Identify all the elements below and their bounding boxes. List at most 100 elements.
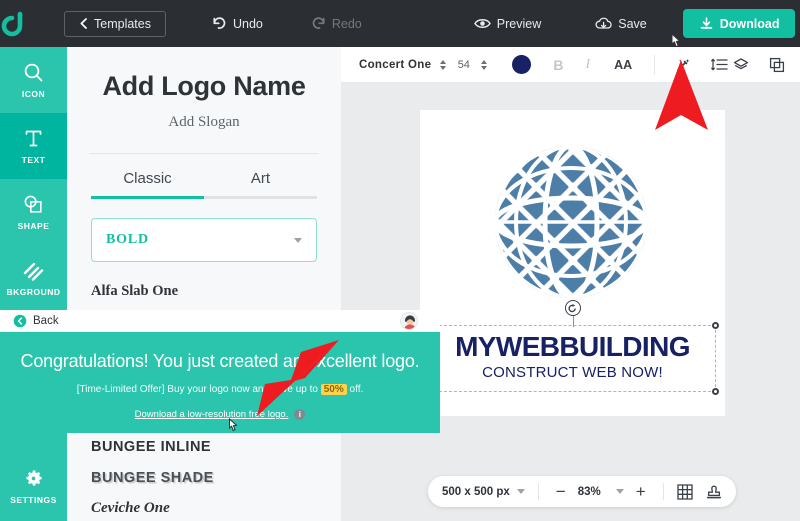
- tab-active-indicator: [91, 196, 204, 199]
- canvas-area[interactable]: MYWEBBUILDING CONSTRUCT WEB NOW!: [341, 83, 800, 521]
- tab-art[interactable]: Art: [204, 170, 317, 196]
- stepper-down-icon: [481, 65, 488, 70]
- artboard[interactable]: MYWEBBUILDING CONSTRUCT WEB NOW!: [420, 110, 725, 416]
- panel-slogan[interactable]: Add Slogan: [67, 114, 341, 131]
- tabs-underline: [91, 196, 317, 199]
- stamp-icon[interactable]: [706, 484, 722, 500]
- save-button[interactable]: Save: [585, 12, 657, 36]
- stepper-down-icon: [440, 65, 447, 70]
- italic-button[interactable]: I: [585, 57, 590, 73]
- info-icon[interactable]: i: [294, 409, 306, 420]
- overlay-back-bar: Back: [0, 310, 440, 332]
- font-weight-value: BOLD: [106, 232, 149, 247]
- promo-subline-after: off.: [346, 384, 364, 395]
- download-button[interactable]: Download: [682, 9, 796, 38]
- preview-label: Preview: [496, 16, 542, 31]
- font-size-value[interactable]: 54: [455, 59, 472, 71]
- letter-case-button[interactable]: AA: [614, 58, 632, 72]
- magnifier-icon: [23, 62, 44, 83]
- chevron-down-icon: [516, 489, 525, 494]
- text-selection-box[interactable]: MYWEBBUILDING CONSTRUCT WEB NOW!: [426, 300, 719, 395]
- download-label: Download: [719, 16, 780, 31]
- font-list-item[interactable]: BUNGEE INLINE: [67, 431, 341, 462]
- save-label: Save: [618, 16, 647, 31]
- hatch-icon: [23, 260, 44, 281]
- zoom-out-button[interactable]: −: [552, 483, 570, 500]
- font-list-item[interactable]: BUNGEE SHADE: [67, 462, 341, 493]
- user-avatar-icon[interactable]: [400, 312, 418, 330]
- canvas-toolbar: Concert One 54 B I AA: [341, 47, 800, 83]
- tool-rail: ICON TEXT SHAPE BKGROUND SETTINGS: [0, 47, 67, 521]
- rail-label-settings: SETTINGS: [10, 494, 57, 505]
- rail-item-settings[interactable]: SETTINGS: [0, 451, 67, 521]
- line-spacing-icon[interactable]: [711, 57, 728, 72]
- rail-label-bkground: BKGROUND: [6, 286, 61, 297]
- panel-tabs: Classic Art: [91, 170, 317, 196]
- preview-button[interactable]: Preview: [464, 12, 551, 36]
- templates-button[interactable]: Templates: [64, 10, 166, 37]
- redo-label: Redo: [331, 16, 362, 31]
- bold-button[interactable]: B: [553, 57, 563, 73]
- font-family-value[interactable]: Concert One: [359, 59, 431, 71]
- rotate-handle-icon[interactable]: [564, 300, 581, 316]
- grid-icon[interactable]: [677, 483, 693, 500]
- promo-discount-badge: 50%: [320, 384, 347, 395]
- status-separator-2: [662, 483, 664, 500]
- logo-slogan-text[interactable]: CONSTRUCT WEB NOW!: [430, 364, 715, 381]
- undo-button[interactable]: Undo: [202, 12, 273, 36]
- tab-classic[interactable]: Classic: [91, 170, 204, 196]
- undo-label: Undo: [232, 16, 263, 31]
- chevron-down-icon: [294, 237, 302, 243]
- text-panel: Add Logo Name Add Slogan Classic Art BOL…: [67, 47, 341, 521]
- promo-overlay: Congratulations! You just created an exc…: [0, 332, 440, 433]
- resize-handle-bottom-right[interactable]: [712, 388, 719, 395]
- promo-link-row: Download a low-resolution free logo. i: [0, 409, 440, 420]
- templates-label: Templates: [94, 16, 151, 31]
- stepper-up-icon: [440, 59, 447, 64]
- shapes-icon: [23, 194, 44, 215]
- panel-logo-name[interactable]: Add Logo Name: [67, 71, 341, 102]
- free-download-link[interactable]: Download a low-resolution free logo.: [135, 409, 289, 420]
- rail-item-icon[interactable]: ICON: [0, 47, 67, 113]
- logo-name-text[interactable]: MYWEBBUILDING: [430, 331, 715, 363]
- promo-subline: [Time-Limited Offer] Buy your logo now a…: [0, 384, 440, 395]
- cloud-save-icon: [595, 17, 612, 31]
- brand-logo-icon: [0, 11, 26, 37]
- status-separator-1: [537, 483, 539, 500]
- rail-item-shape[interactable]: SHAPE: [0, 179, 67, 245]
- download-icon: [699, 16, 714, 31]
- top-toolbar: Templates Undo Redo Preview Save Downloa…: [0, 0, 800, 47]
- stepper-up-icon: [481, 59, 488, 64]
- brand-logo[interactable]: [0, 0, 26, 47]
- redo-icon: [311, 17, 326, 30]
- text-color-swatch[interactable]: [512, 55, 532, 74]
- gear-icon: [23, 468, 44, 489]
- globe-logo-mark[interactable]: [481, 132, 661, 312]
- magic-wand-icon[interactable]: [675, 57, 691, 73]
- font-family-stepper[interactable]: [440, 59, 447, 70]
- zoom-in-button[interactable]: +: [632, 483, 650, 500]
- font-weight-select[interactable]: BOLD: [91, 218, 317, 262]
- eye-icon: [473, 17, 491, 30]
- chevron-left-icon: [79, 18, 88, 29]
- promo-headline: Congratulations! You just created an exc…: [20, 351, 420, 371]
- resize-handle-top-right[interactable]: [712, 322, 719, 329]
- font-list-item[interactable]: Alfa Slab One: [67, 276, 341, 307]
- duplicate-icon[interactable]: [769, 57, 785, 73]
- rail-label-shape: SHAPE: [17, 220, 50, 231]
- canvas-status-bar: 500 x 500 px − 83% +: [428, 476, 736, 507]
- rail-label-icon: ICON: [21, 88, 46, 99]
- undo-icon: [212, 17, 227, 30]
- canvas-size-select[interactable]: 500 x 500 px: [442, 486, 525, 498]
- rail-item-text[interactable]: TEXT: [0, 113, 67, 179]
- logo-maker-app: Templates Undo Redo Preview Save Downloa…: [0, 0, 800, 521]
- back-circle-icon: [13, 314, 27, 328]
- toolbar-separator: [654, 54, 656, 75]
- rail-item-bkground[interactable]: BKGROUND: [0, 245, 67, 311]
- redo-button[interactable]: Redo: [301, 12, 372, 36]
- zoom-level-select[interactable]: 83%: [570, 486, 624, 498]
- font-size-stepper[interactable]: [481, 59, 488, 70]
- back-button[interactable]: Back: [13, 314, 59, 328]
- layers-icon[interactable]: [733, 57, 749, 73]
- font-list-item[interactable]: Ceviche One: [67, 493, 341, 521]
